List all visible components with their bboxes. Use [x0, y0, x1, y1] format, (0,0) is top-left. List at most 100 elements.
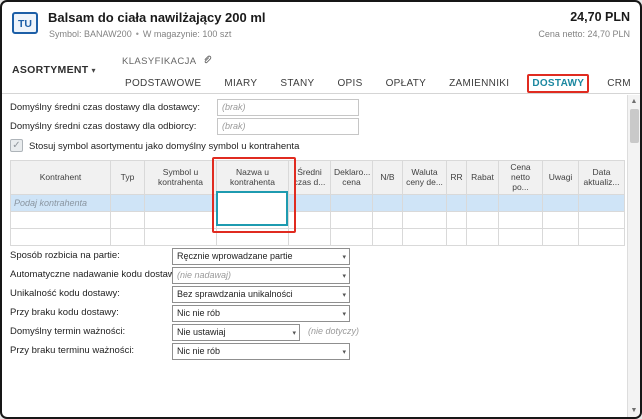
- no-expiry-value: Nic nie rób: [177, 346, 221, 356]
- chevron-down-icon: ▾: [292, 330, 296, 337]
- empty-cell: [578, 210, 625, 229]
- auto-code-label: Automatyczne nadawanie kodu dostawy:: [10, 269, 183, 280]
- vertical-scrollbar[interactable]: ▲ ▼: [627, 95, 640, 417]
- col-sredni-czas[interactable]: Średni czas d...: [288, 160, 331, 195]
- receiver-delivery-label: Domyślny średni czas dostawy dla odbiorc…: [10, 121, 197, 132]
- paperclip-icon[interactable]: [202, 54, 213, 68]
- tab-dostawy[interactable]: DOSTAWY: [527, 73, 590, 93]
- tab-opis[interactable]: OPIS: [332, 74, 367, 93]
- table-row[interactable]: [10, 210, 625, 229]
- empty-cell: [498, 227, 543, 246]
- empty-cell: [144, 210, 217, 229]
- product-card-window: TU Balsam do ciała nawilżający 200 ml Sy…: [0, 0, 642, 419]
- table-row[interactable]: [10, 227, 625, 246]
- product-stock: W magazynie: 100 szt: [142, 29, 232, 39]
- table-header-row: Kontrahent Typ Symbol u kontrahenta Nazw…: [10, 160, 625, 195]
- empty-cell: [10, 210, 111, 229]
- empty-cell: [144, 193, 217, 212]
- empty-cell: [578, 193, 625, 212]
- empty-cell: [542, 227, 579, 246]
- empty-cell: [288, 210, 331, 229]
- chevron-down-icon: ▾: [342, 254, 346, 261]
- chevron-down-icon: ▾: [342, 349, 346, 356]
- receiver-delivery-input[interactable]: (brak): [217, 118, 359, 135]
- empty-cell: [288, 227, 331, 246]
- empty-cell: [466, 210, 499, 229]
- empty-cell: [330, 193, 373, 212]
- scrollbar-thumb[interactable]: [630, 109, 639, 143]
- tab-crm[interactable]: CRM: [602, 74, 636, 93]
- batch-split-select[interactable]: Ręcznie wprowadzane partie ▾: [172, 248, 350, 265]
- price-gross: 24,70 PLN: [570, 10, 630, 24]
- asortyment-menu[interactable]: ASORTYMENT ▾: [12, 64, 96, 76]
- table-row-new[interactable]: Podaj kontrahenta: [10, 193, 625, 212]
- empty-cell: [110, 210, 145, 229]
- chevron-down-icon: ▾: [342, 311, 346, 318]
- expiry-term-suffix: (nie dotyczy): [308, 326, 360, 336]
- empty-cell: [542, 210, 579, 229]
- product-symbol: Symbol: BANAW200: [49, 29, 132, 39]
- use-symbol-checkbox[interactable]: ✓: [10, 139, 23, 152]
- empty-cell: [216, 227, 289, 246]
- contractors-table: Kontrahent Typ Symbol u kontrahenta Nazw…: [10, 160, 625, 246]
- empty-cell: [372, 193, 403, 212]
- col-data-aktualizacji[interactable]: Data aktualiz...: [578, 160, 625, 195]
- scroll-down-icon[interactable]: ▼: [628, 404, 640, 417]
- empty-cell: [372, 227, 403, 246]
- col-deklarowana-cena[interactable]: Deklaro... cena: [330, 160, 373, 195]
- col-rr[interactable]: RR: [446, 160, 467, 195]
- klasyfikacja-label: KLASYFIKACJA: [122, 55, 197, 67]
- auto-code-select[interactable]: (nie nadawaj) ▾: [172, 267, 350, 284]
- no-expiry-label: Przy braku terminu ważności:: [10, 345, 135, 356]
- empty-cell: [402, 193, 447, 212]
- code-uniqueness-select[interactable]: Bez sprawdzania unikalności ▾: [172, 286, 350, 303]
- code-uniqueness-value: Bez sprawdzania unikalności: [177, 289, 293, 299]
- focused-nazwa-cell[interactable]: [216, 191, 288, 226]
- col-kontrahent[interactable]: Kontrahent: [10, 160, 111, 195]
- klasyfikacja-link[interactable]: KLASYFIKACJA: [122, 54, 213, 68]
- col-waluta-ceny[interactable]: Waluta ceny de...: [402, 160, 447, 195]
- expiry-term-label: Domyślny termin ważności:: [10, 326, 126, 337]
- empty-cell: [498, 210, 543, 229]
- supplier-delivery-input[interactable]: (brak): [217, 99, 359, 116]
- chevron-down-icon: ▾: [342, 292, 346, 299]
- use-symbol-checkbox-label: Stosuj symbol asortymentu jako domyślny …: [29, 141, 300, 152]
- empty-cell: [330, 210, 373, 229]
- empty-cell: [288, 193, 331, 212]
- empty-cell: [144, 227, 217, 246]
- col-symbol-u-kontrahenta[interactable]: Symbol u kontrahenta: [144, 160, 217, 195]
- tab-zamienniki[interactable]: ZAMIENNIKI: [444, 74, 514, 93]
- col-cena-netto[interactable]: Cena netto po...: [498, 160, 543, 195]
- empty-cell: [330, 227, 373, 246]
- supplier-delivery-label: Domyślny średni czas dostawy dla dostawc…: [10, 102, 201, 113]
- empty-cell: [446, 193, 467, 212]
- empty-cell: [110, 227, 145, 246]
- tab-strip: PODSTAWOWE MIARY STANY OPIS OPŁATY ZAMIE…: [120, 72, 640, 94]
- tab-miary[interactable]: MIARY: [219, 74, 262, 93]
- expiry-term-select[interactable]: Nie ustawiaj ▾: [172, 324, 300, 341]
- empty-cell: [110, 193, 145, 212]
- tab-oplaty[interactable]: OPŁATY: [381, 74, 432, 93]
- no-expiry-select[interactable]: Nic nie rób ▾: [172, 343, 350, 360]
- col-nb[interactable]: N/B: [372, 160, 403, 195]
- batch-split-label: Sposób rozbicia na partie:: [10, 250, 120, 261]
- product-type-badge: TU: [12, 12, 38, 34]
- col-rabat[interactable]: Rabat: [466, 160, 499, 195]
- page-title: Balsam do ciała nawilżający 200 ml: [48, 10, 266, 25]
- col-uwagi[interactable]: Uwagi: [542, 160, 579, 195]
- kontrahent-placeholder-cell[interactable]: Podaj kontrahenta: [10, 193, 111, 212]
- no-code-select[interactable]: Nic nie rób ▾: [172, 305, 350, 322]
- empty-cell: [402, 227, 447, 246]
- price-net: Cena netto: 24,70 PLN: [538, 29, 630, 39]
- empty-cell: [466, 193, 499, 212]
- tab-podstawowe[interactable]: PODSTAWOWE: [120, 74, 206, 93]
- scroll-up-icon[interactable]: ▲: [628, 95, 640, 108]
- tab-stany[interactable]: STANY: [275, 74, 319, 93]
- chevron-down-icon: ▾: [91, 66, 96, 75]
- product-subtitle: Symbol: BANAW200 • W magazynie: 100 szt: [49, 29, 231, 39]
- empty-cell: [10, 227, 111, 246]
- chevron-down-icon: ▾: [342, 273, 346, 280]
- col-nazwa-u-kontrahenta[interactable]: Nazwa u kontrahenta: [216, 160, 289, 195]
- col-typ[interactable]: Typ: [110, 160, 145, 195]
- empty-cell: [446, 210, 467, 229]
